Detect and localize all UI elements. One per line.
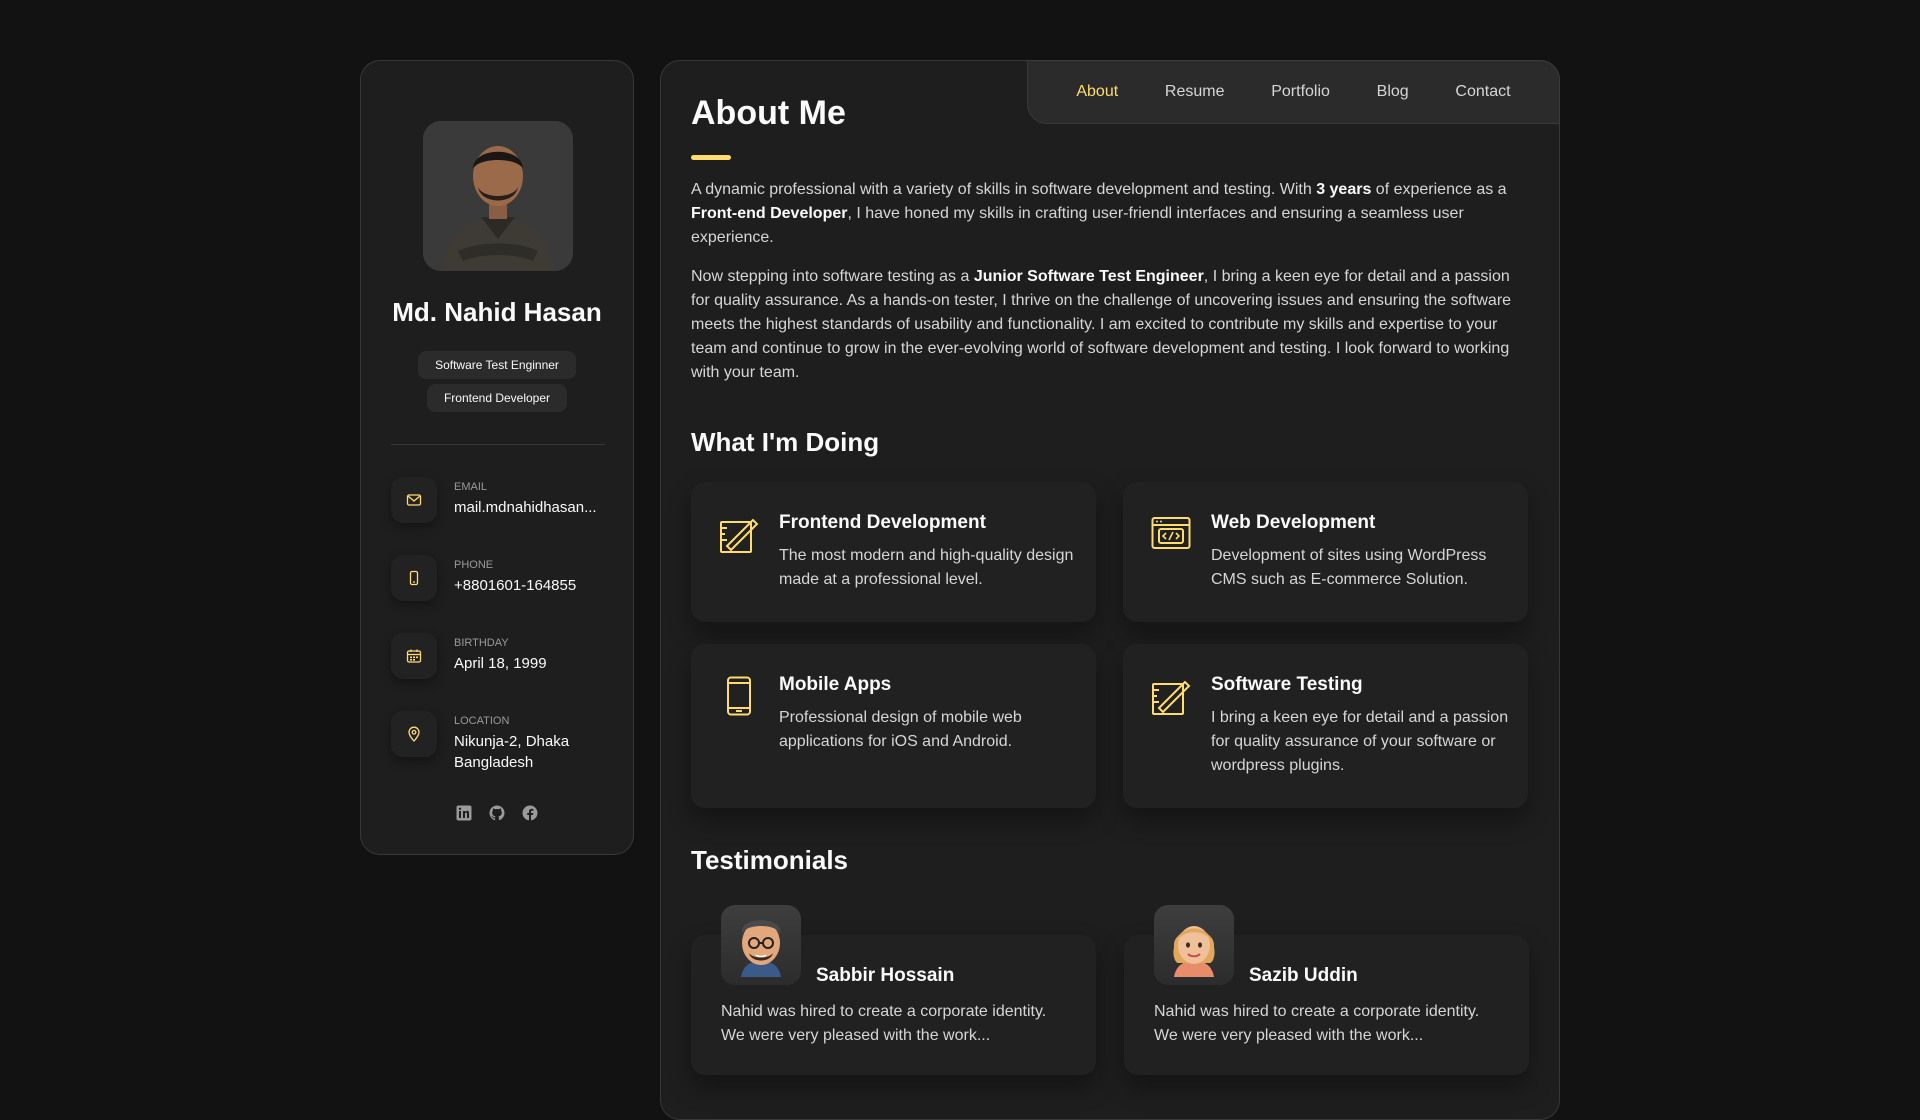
- location-pin-icon: [391, 711, 437, 757]
- contact-label: PHONE: [454, 559, 494, 571]
- service-title: Frontend Development: [779, 512, 986, 533]
- service-title: Mobile Apps: [779, 674, 892, 695]
- location-value: Nikunja-2, Dhaka Bangladesh: [454, 733, 570, 771]
- services-title: What I'm Doing: [691, 427, 880, 457]
- service-text: Development of sites using WordPress CMS…: [1211, 547, 1487, 588]
- testimonial-avatar: [1154, 905, 1234, 985]
- page-title: About Me: [691, 94, 846, 132]
- nav-contact[interactable]: Contact: [1455, 83, 1510, 101]
- service-card-testing: Software Testing I bring a keen eye for …: [1123, 644, 1528, 808]
- testimonials-title: Testimonials: [691, 845, 849, 875]
- testimonial-avatar: [721, 905, 801, 985]
- testimonial-name: Sazib Uddin: [1249, 965, 1358, 986]
- mail-icon: [391, 477, 437, 523]
- service-title: Web Development: [1211, 512, 1376, 533]
- nav-resume[interactable]: Resume: [1165, 83, 1225, 101]
- email-link[interactable]: mail.mdnahidhasan...: [454, 497, 614, 518]
- main-content: About Resume Portfolio Blog Contact Abou…: [660, 60, 1560, 1120]
- service-text: Professional design of mobile web applic…: [779, 709, 1022, 750]
- service-text: I bring a keen eye for detail and a pass…: [1211, 709, 1509, 774]
- nav-about[interactable]: About: [1076, 83, 1118, 101]
- code-window-icon: [1151, 514, 1191, 554]
- testimonial-name: Sabbir Hossain: [816, 965, 955, 986]
- service-title: Software Testing: [1211, 674, 1363, 695]
- github-icon[interactable]: [489, 804, 506, 821]
- phone-link[interactable]: +8801601-164855: [454, 575, 614, 596]
- profile-sidebar: Md. Nahid Hasan Software Test Enginner F…: [360, 60, 634, 855]
- profile-avatar: [423, 121, 573, 271]
- about-paragraph-2: Now stepping into software testing as a …: [691, 268, 1512, 381]
- title-underline: [691, 155, 731, 160]
- facebook-icon[interactable]: [522, 804, 539, 821]
- about-paragraph-1: A dynamic professional with a variety of…: [691, 181, 1507, 246]
- navbar: About Resume Portfolio Blog Contact: [1027, 60, 1560, 124]
- service-card-web: Web Development Development of sites usi…: [1123, 482, 1528, 622]
- contact-label: BIRTHDAY: [454, 637, 509, 649]
- service-card-mobile: Mobile Apps Professional design of mobil…: [691, 644, 1096, 808]
- contact-label: EMAIL: [454, 481, 488, 493]
- calendar-icon: [391, 633, 437, 679]
- social-links: [361, 804, 633, 821]
- contact-label: LOCATION: [454, 715, 510, 727]
- sidebar-separator: [391, 444, 605, 445]
- phone-icon: [391, 555, 437, 601]
- mobile-phone-icon: [719, 676, 759, 716]
- testimonial-text: Nahid was hired to create a corporate id…: [1154, 1003, 1480, 1044]
- title-badge-frontend: Frontend Developer: [426, 384, 568, 412]
- about-text: A dynamic professional with a variety of…: [691, 178, 1531, 400]
- profile-name: Md. Nahid Hasan: [392, 297, 602, 327]
- nav-blog[interactable]: Blog: [1377, 83, 1409, 101]
- design-pencil-icon: [1151, 676, 1191, 716]
- linkedin-icon[interactable]: [456, 804, 473, 821]
- birthday-value: April 18, 1999: [454, 655, 547, 672]
- service-text: The most modern and high-quality design …: [779, 547, 1074, 588]
- nav-portfolio[interactable]: Portfolio: [1271, 83, 1330, 101]
- testimonial-text: Nahid was hired to create a corporate id…: [721, 1003, 1047, 1044]
- design-pencil-icon: [719, 514, 759, 554]
- title-badge-tester: Software Test Enginner: [418, 351, 576, 379]
- service-card-frontend: Frontend Development The most modern and…: [691, 482, 1096, 622]
